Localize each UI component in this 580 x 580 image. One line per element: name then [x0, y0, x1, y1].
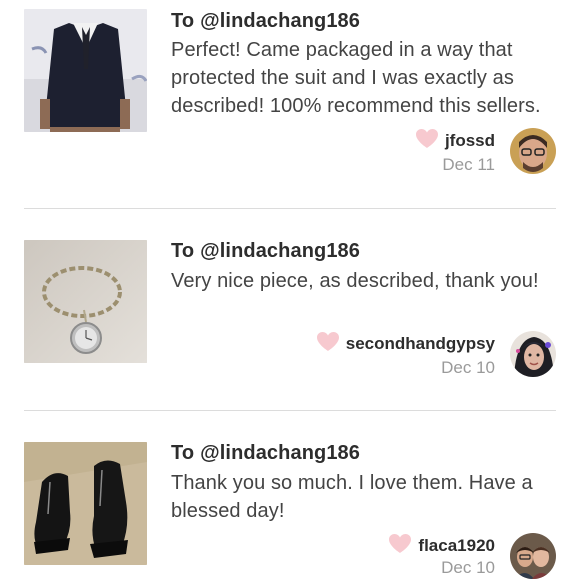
- recipient-username[interactable]: @lindachang186: [200, 442, 360, 464]
- review-item: To @lindachang186 Perfect! Came packaged …: [0, 0, 580, 200]
- bracelet-watch-photo-icon: [24, 240, 147, 363]
- recipient-username[interactable]: @lindachang186: [200, 240, 360, 262]
- to-label: To: [171, 240, 195, 262]
- review-recipient: To @lindachang186: [171, 10, 360, 33]
- listing-thumbnail[interactable]: [24, 9, 147, 132]
- reviewer-avatar[interactable]: [510, 533, 556, 579]
- review-date: Dec 10: [441, 558, 495, 577]
- listing-thumbnail[interactable]: [24, 240, 147, 363]
- reviewer-avatar[interactable]: [510, 331, 556, 377]
- review-item: To @lindachang186 Thank you so much. I lo…: [0, 432, 580, 580]
- divider: [24, 208, 556, 209]
- review-item: To @lindachang186 Very nice piece, as des…: [0, 230, 580, 410]
- reviewer-username[interactable]: flaca1920: [418, 536, 495, 555]
- avatar-icon: [510, 128, 556, 174]
- listing-thumbnail[interactable]: [24, 442, 147, 565]
- review-message: Very nice piece, as described, thank you…: [171, 270, 539, 292]
- to-label: To: [171, 10, 195, 32]
- reviewer-avatar[interactable]: [510, 128, 556, 174]
- review-recipient: To @lindachang186: [171, 442, 360, 465]
- reviewer-row: secondhandgypsy: [316, 331, 495, 357]
- heart-icon[interactable]: [388, 533, 412, 559]
- recipient-username[interactable]: @lindachang186: [200, 10, 360, 32]
- reviewer-username[interactable]: jfossd: [445, 131, 495, 150]
- heart-icon[interactable]: [415, 128, 439, 154]
- reviewer-username[interactable]: secondhandgypsy: [346, 334, 495, 353]
- reviewer-row: flaca1920: [388, 533, 495, 559]
- avatar-icon: [510, 533, 556, 579]
- reviewer-row: jfossd: [415, 128, 495, 154]
- review-date: Dec 11: [442, 155, 495, 174]
- ankle-boots-photo-icon: [24, 442, 147, 565]
- suit-photo-icon: [24, 9, 147, 132]
- heart-icon[interactable]: [316, 331, 340, 357]
- review-recipient: To @lindachang186: [171, 240, 360, 263]
- divider: [24, 410, 556, 411]
- to-label: To: [171, 442, 195, 464]
- review-message: Perfect! Came packaged in a way that pro…: [171, 39, 541, 117]
- avatar-icon: [510, 331, 556, 377]
- review-message: Thank you so much. I love them. Have a b…: [171, 472, 533, 522]
- review-date: Dec 10: [441, 358, 495, 377]
